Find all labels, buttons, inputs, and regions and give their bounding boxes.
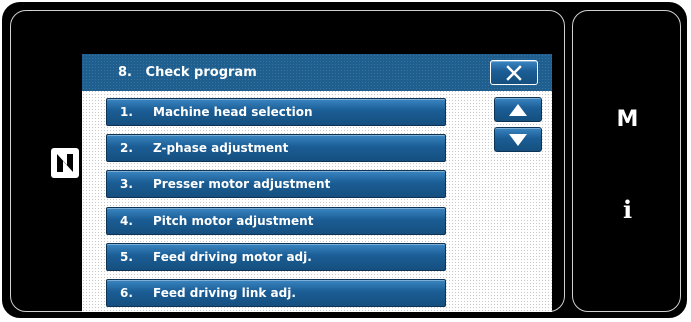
m-key-button[interactable]: M bbox=[573, 107, 682, 132]
menu-item-label: Pitch motor adjustment bbox=[153, 214, 314, 228]
menu-item-number: 1. bbox=[120, 105, 133, 119]
dialog-title: 8. Check program bbox=[118, 65, 257, 80]
juki-logo-icon bbox=[51, 148, 79, 178]
menu-item-number: 4. bbox=[120, 214, 133, 228]
menu-item-label: Machine head selection bbox=[153, 105, 313, 119]
close-icon bbox=[506, 64, 522, 81]
arrow-up-icon bbox=[509, 103, 527, 116]
dialog-titlebar: 8. Check program bbox=[82, 54, 552, 91]
check-program-dialog: 8. Check program 1. Machine head selecti… bbox=[82, 54, 552, 312]
menu-item-number: 5. bbox=[120, 250, 133, 264]
menu-item-presser-motor-adjustment[interactable]: 3. Presser motor adjustment bbox=[106, 170, 446, 198]
close-button[interactable] bbox=[490, 60, 538, 85]
menu-item-feed-driving-link-adj[interactable]: 6. Feed driving link adj. bbox=[106, 279, 446, 307]
device-frame: 8. Check program 1. Machine head selecti… bbox=[2, 2, 687, 318]
menu-item-label: Presser motor adjustment bbox=[153, 177, 331, 191]
menu-item-label: Feed driving link adj. bbox=[153, 286, 296, 300]
menu-item-pitch-motor-adjustment[interactable]: 4. Pitch motor adjustment bbox=[106, 207, 446, 235]
main-screen: 8. Check program 1. Machine head selecti… bbox=[10, 10, 565, 312]
scroll-down-button[interactable] bbox=[494, 127, 542, 152]
menu-item-number: 6. bbox=[120, 286, 133, 300]
arrow-down-icon bbox=[509, 133, 527, 146]
side-panel: M i bbox=[572, 10, 681, 312]
menu-item-z-phase-adjustment[interactable]: 2. Z-phase adjustment bbox=[106, 134, 446, 162]
menu-item-label: Feed driving motor adj. bbox=[153, 250, 312, 264]
menu-item-label: Z-phase adjustment bbox=[153, 141, 289, 155]
menu-item-machine-head-selection[interactable]: 1. Machine head selection bbox=[106, 98, 446, 126]
menu-item-feed-driving-motor-adj[interactable]: 5. Feed driving motor adj. bbox=[106, 243, 446, 271]
menu-item-number: 3. bbox=[120, 177, 133, 191]
menu-item-number: 2. bbox=[120, 141, 133, 155]
information-key-button[interactable]: i bbox=[573, 195, 682, 224]
scroll-up-button[interactable] bbox=[494, 97, 542, 122]
